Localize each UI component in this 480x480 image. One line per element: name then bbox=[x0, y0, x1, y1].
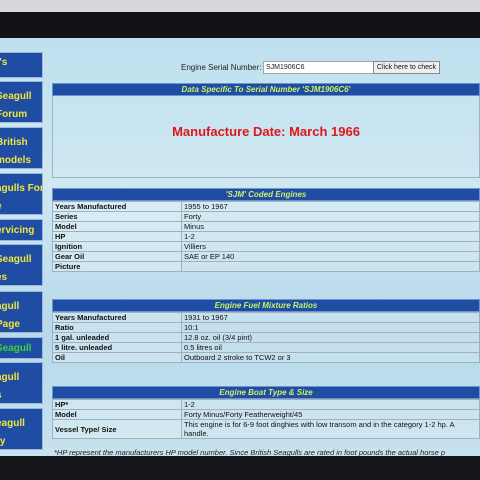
row-key: Gear Oil bbox=[52, 251, 182, 262]
coded-engines-header: 'SJM' Coded Engines bbox=[52, 188, 480, 201]
table-row: Years Manufactured 1955 to 1967 bbox=[52, 201, 480, 212]
sidebar-item-label: Seagull bbox=[0, 254, 32, 265]
sidebar-item-seagull-es[interactable]: Seagull es bbox=[0, 244, 43, 286]
coded-engines-table: Years Manufactured 1955 to 1967 Series For… bbox=[52, 201, 480, 272]
table-row: Series Forty bbox=[52, 211, 480, 222]
row-value: 10:1 bbox=[181, 322, 480, 333]
table-row: HP 1-2 bbox=[52, 231, 480, 242]
boat-type-section: Engine Boat Type & Size HP* 1-2 Model Fort… bbox=[52, 386, 480, 439]
sidebar-item-label: agull bbox=[0, 372, 20, 383]
sidebar-item-label: ervicing bbox=[0, 225, 35, 236]
coded-engines-section: 'SJM' Coded Engines Years Manufactured 19… bbox=[52, 188, 480, 272]
table-row: Vessel Type/ Size This engine is for 6-9 … bbox=[52, 419, 480, 439]
sidebar-item-label-2: Forum bbox=[0, 109, 28, 120]
table-row: Ratio 10:1 bbox=[52, 322, 480, 333]
row-value: 1-2 bbox=[181, 399, 480, 410]
table-row: 5 litre. unleaded 0.5 litres oil bbox=[52, 342, 480, 353]
row-key: 5 litre. unleaded bbox=[52, 342, 182, 353]
sidebar-item-label-2: Page bbox=[0, 319, 20, 330]
browser-viewport: t's Seagull Forum British models agulls … bbox=[0, 38, 480, 456]
row-value: SAE or EP 140 bbox=[181, 251, 480, 262]
picture-cell bbox=[181, 261, 480, 272]
sidebar-item-british-models[interactable]: British models bbox=[0, 127, 43, 169]
row-value: Forty bbox=[181, 211, 480, 222]
sidebar-item-label-2: es bbox=[0, 272, 8, 283]
table-row: Model Forty Minus/Forty Featherweight/45 bbox=[52, 409, 480, 420]
row-value: 0.5 litres oil bbox=[181, 342, 480, 353]
boat-type-header: Engine Boat Type & Size bbox=[52, 386, 480, 399]
row-value: 1931 to 1967 bbox=[181, 312, 480, 323]
row-key: Ratio bbox=[52, 322, 182, 333]
serial-number-label: Engine Serial Number: bbox=[181, 63, 262, 72]
serial-data-section: Data Specific To Serial Number 'SJM1906C… bbox=[52, 83, 480, 178]
sidebar-item-seagull-s[interactable]: agull s bbox=[0, 362, 43, 404]
serial-data-header: Data Specific To Serial Number 'SJM1906C… bbox=[52, 83, 480, 96]
row-key: Picture bbox=[52, 261, 182, 272]
sidebar-item-label: agulls For bbox=[0, 183, 43, 194]
device-bezel-bottom bbox=[0, 456, 480, 480]
sidebar-item-label: t's bbox=[0, 57, 8, 68]
row-key: Series bbox=[52, 211, 182, 222]
row-key: Model bbox=[52, 409, 182, 420]
hp-footnote: *HP represent the manufacturers HP model… bbox=[54, 448, 446, 456]
sidebar-item-label-2: models bbox=[0, 155, 32, 166]
check-serial-button[interactable]: Click here to check bbox=[373, 61, 440, 74]
row-key: HP* bbox=[52, 399, 182, 410]
sidebar-item-forum[interactable]: Seagull Forum bbox=[0, 81, 43, 123]
sidebar-item-1[interactable]: t's bbox=[0, 52, 43, 78]
serial-number-input[interactable] bbox=[263, 61, 377, 74]
serial-data-panel: Manufacture Date: March 1966 bbox=[52, 96, 480, 178]
row-value: Forty Minus/Forty Featherweight/45 bbox=[181, 409, 480, 420]
row-key: Oil bbox=[52, 352, 182, 363]
sidebar-item-label: eagull bbox=[0, 418, 25, 429]
device-bezel bbox=[0, 12, 480, 38]
sidebar-item-label: Seagull bbox=[0, 91, 32, 102]
sidebar-item-seagull-green[interactable]: Seagull bbox=[0, 337, 43, 359]
sidebar-item-label-2: e bbox=[0, 198, 42, 214]
row-key: Years Manufactured bbox=[52, 312, 182, 323]
sidebar-item-servicing[interactable]: ervicing bbox=[0, 219, 43, 241]
sidebar-item-label-2: s bbox=[0, 387, 42, 403]
device-bezel-top bbox=[0, 0, 480, 12]
fuel-mixture-header: Engine Fuel Mixture Ratios bbox=[52, 299, 480, 312]
sidebar-item-label: British bbox=[0, 137, 28, 148]
table-row: 1 gal. unleaded 12.8 oz. oil (3/4 pint) bbox=[52, 332, 480, 343]
boat-type-table: HP* 1-2 Model Forty Minus/Forty Featherwei… bbox=[52, 399, 480, 439]
fuel-mixture-section: Engine Fuel Mixture Ratios Years Manufac… bbox=[52, 299, 480, 363]
table-row: HP* 1-2 bbox=[52, 399, 480, 410]
row-value: 1955 to 1967 bbox=[181, 201, 480, 212]
table-row: Ignition Villiers bbox=[52, 241, 480, 252]
sidebar-item-label-2: ry bbox=[0, 436, 6, 447]
row-value: Minus bbox=[181, 221, 480, 232]
row-value: 1-2 bbox=[181, 231, 480, 242]
row-key: Vessel Type/ Size bbox=[52, 419, 182, 439]
row-key: 1 gal. unleaded bbox=[52, 332, 182, 343]
row-value: 12.8 oz. oil (3/4 pint) bbox=[181, 332, 480, 343]
fuel-mixture-table: Years Manufactured 1931 to 1967 Ratio 10:1… bbox=[52, 312, 480, 363]
row-key: Years Manufactured bbox=[52, 201, 182, 212]
table-row: Oil Outboard 2 stroke to TCW2 or 3 bbox=[52, 352, 480, 363]
row-key: Model bbox=[52, 221, 182, 232]
sidebar-item-for-sale[interactable]: agulls For e bbox=[0, 173, 43, 215]
table-row: Model Minus bbox=[52, 221, 480, 232]
sidebar-item-label: agull bbox=[0, 301, 20, 312]
manufacture-date: Manufacture Date: March 1966 bbox=[172, 124, 360, 139]
row-key: HP bbox=[52, 231, 182, 242]
sidebar-item-history[interactable]: eagull ry bbox=[0, 408, 43, 450]
row-value: Outboard 2 stroke to TCW2 or 3 bbox=[181, 352, 480, 363]
row-value: Villiers bbox=[181, 241, 480, 252]
sidebar-item-page[interactable]: agull Page bbox=[0, 291, 43, 333]
sidebar-item-label: Seagull bbox=[0, 343, 32, 354]
table-row: Gear Oil SAE or EP 140 bbox=[52, 251, 480, 262]
row-value: This engine is for 6-9 foot dinghies wit… bbox=[181, 419, 480, 439]
row-key: Ignition bbox=[52, 241, 182, 252]
table-row: Years Manufactured 1931 to 1967 bbox=[52, 312, 480, 323]
table-row: Picture bbox=[52, 261, 480, 272]
